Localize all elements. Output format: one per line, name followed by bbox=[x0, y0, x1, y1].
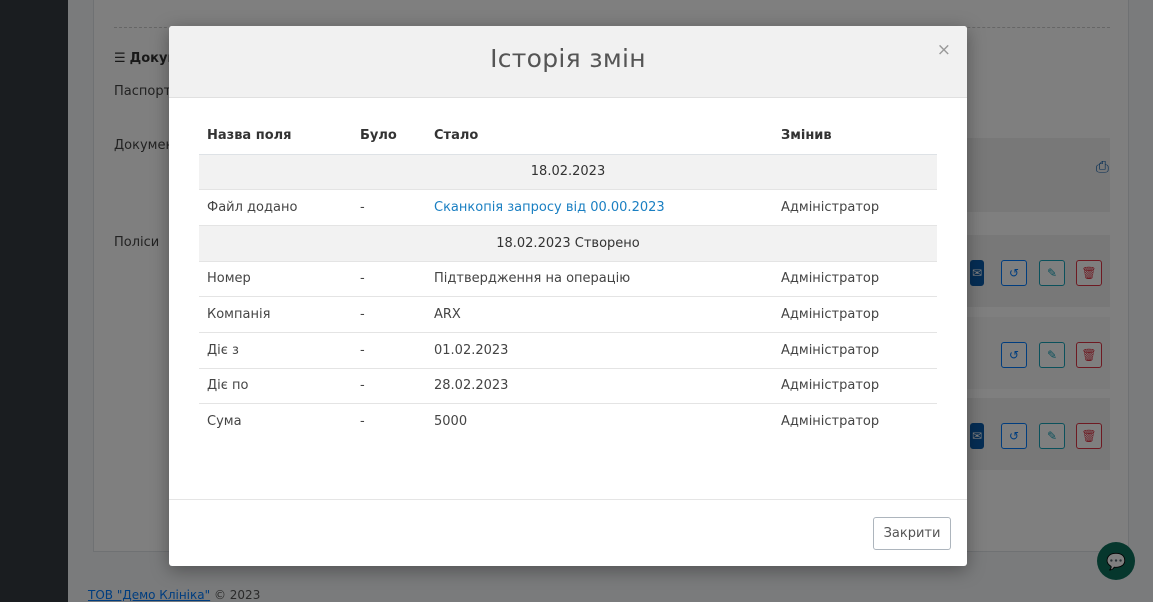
old-value: - bbox=[352, 260, 426, 297]
group-date-row: 18.02.2023 bbox=[199, 153, 937, 190]
column-header-new: Стало bbox=[426, 118, 773, 155]
column-header-old: Було bbox=[352, 118, 426, 155]
new-value: 01.02.2023 bbox=[426, 331, 773, 369]
table-row: Компанія - ARX Адміністратор bbox=[199, 296, 937, 333]
group-date: 18.02.2023 bbox=[199, 153, 937, 190]
old-value: - bbox=[352, 296, 426, 333]
column-header-user: Змінив bbox=[773, 118, 937, 155]
old-value: - bbox=[352, 367, 426, 404]
old-value: - bbox=[352, 331, 426, 369]
table-row: Номер - Підтвердження на операцію Адміні… bbox=[199, 260, 937, 297]
changed-by: Адміністратор bbox=[773, 367, 937, 404]
changed-by: Адміністратор bbox=[773, 260, 937, 297]
modal-header: Історія змін × bbox=[169, 26, 967, 98]
field-name: Діє по bbox=[199, 367, 352, 404]
group-date: 18.02.2023 Створено bbox=[199, 224, 937, 262]
column-header-field: Назва поля bbox=[199, 118, 352, 155]
modal-title: Історія змін bbox=[490, 44, 646, 73]
new-value: 5000 bbox=[426, 403, 773, 440]
old-value: - bbox=[352, 189, 426, 226]
new-value: Підтвердження на операцію bbox=[426, 260, 773, 297]
field-name: Сума bbox=[199, 403, 352, 440]
changed-by: Адміністратор bbox=[773, 331, 937, 369]
changed-by: Адміністратор bbox=[773, 403, 937, 440]
table-row: Діє по - 28.02.2023 Адміністратор bbox=[199, 367, 937, 404]
modal-footer: Закрити bbox=[169, 499, 967, 566]
table-row: Сума - 5000 Адміністратор bbox=[199, 403, 937, 440]
new-value: 28.02.2023 bbox=[426, 367, 773, 404]
new-value: Сканкопія запросу від 00.00.2023 bbox=[426, 189, 773, 226]
field-name: Номер bbox=[199, 260, 352, 297]
new-value: ARX bbox=[426, 296, 773, 333]
file-link[interactable]: Сканкопія запросу від 00.00.2023 bbox=[434, 200, 665, 215]
table-row: Діє з - 01.02.2023 Адміністратор bbox=[199, 331, 937, 369]
close-button[interactable]: Закрити bbox=[873, 517, 951, 550]
group-date-row: 18.02.2023 Створено bbox=[199, 224, 937, 262]
table-header-row: Назва поля Було Стало Змінив bbox=[199, 118, 937, 155]
field-name: Файл додано bbox=[199, 189, 352, 226]
old-value: - bbox=[352, 403, 426, 440]
modal-body: Назва поля Було Стало Змінив 18.02.2023 … bbox=[169, 98, 967, 499]
close-icon[interactable]: × bbox=[937, 42, 951, 59]
field-name: Компанія bbox=[199, 296, 352, 333]
changed-by: Адміністратор bbox=[773, 189, 937, 226]
field-name: Діє з bbox=[199, 331, 352, 369]
changed-by: Адміністратор bbox=[773, 296, 937, 333]
history-modal: Історія змін × Назва поля Було Стало Змі… bbox=[169, 26, 967, 566]
history-table: Назва поля Було Стало Змінив 18.02.2023 … bbox=[199, 118, 937, 440]
table-row: Файл додано - Сканкопія запросу від 00.0… bbox=[199, 189, 937, 226]
